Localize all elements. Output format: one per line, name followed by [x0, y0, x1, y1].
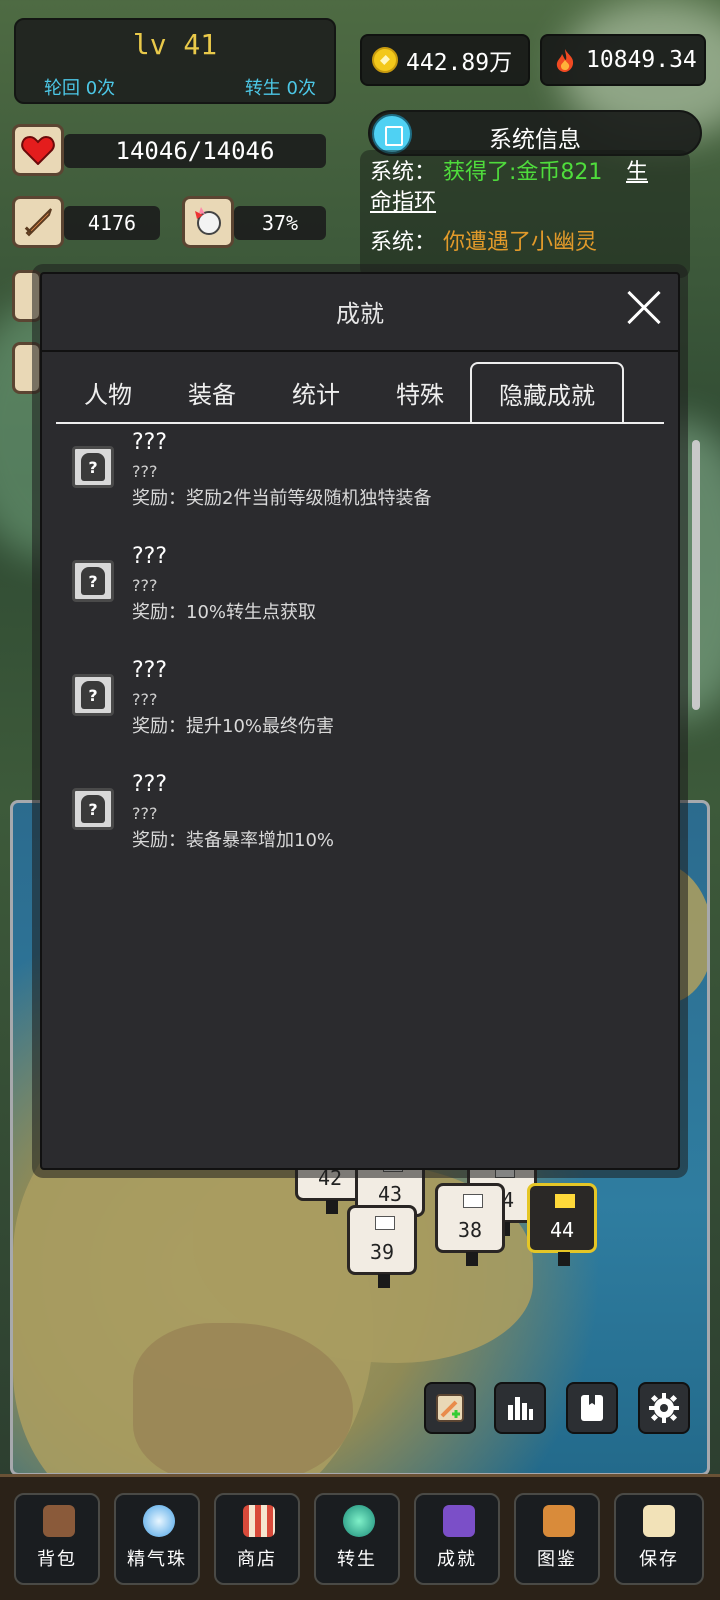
achievement-reward: 奖励：提升10%最终伤害 — [132, 716, 335, 737]
achievement-desc: ??? — [132, 576, 158, 595]
stage-level: 38 — [457, 1218, 483, 1242]
system-line-2: 系统： 你遭遇了小幽灵 — [370, 224, 597, 256]
stage-level: 44 — [549, 1218, 575, 1242]
power-value: 10849.34 — [586, 47, 697, 73]
locked-achievement-icon: ? — [72, 788, 114, 830]
reincarnation-count: 轮回 0次 — [44, 78, 116, 99]
fire-icon — [556, 49, 574, 72]
stage-marker[interactable]: 39 — [347, 1205, 417, 1288]
bottom-nav: 背包 精气珠 商店 转生 成就 图鉴 保存 — [0, 1474, 720, 1600]
gold-counter: 442.89万 — [360, 34, 530, 86]
skill-icon — [12, 270, 42, 322]
item-link[interactable]: 命指环 — [370, 184, 436, 216]
flag-icon — [375, 1216, 395, 1230]
achievement-item: ? ??? ??? 奖励：提升10%最终伤害 — [72, 658, 632, 758]
guide-button[interactable] — [566, 1382, 618, 1434]
achievement-desc: ??? — [132, 462, 158, 481]
gold-value: 442.89万 — [406, 50, 513, 76]
hp-bar: 14046/14046 — [64, 134, 326, 168]
achievement-name: ??? — [132, 772, 168, 797]
codex-icon — [543, 1505, 575, 1537]
equip-compare-button[interactable] — [424, 1382, 476, 1434]
achievement-desc: ??? — [132, 690, 158, 709]
stage-level: 43 — [377, 1182, 403, 1206]
current-stage-marker[interactable]: 44 — [527, 1183, 597, 1266]
achievement-modal: 成就 人物 装备 统计 特殊 隐藏成就 ? ??? ??? 奖励：奖励2件当前等… — [40, 272, 680, 1170]
close-icon[interactable] — [624, 288, 664, 328]
achievement-book-icon — [443, 1505, 475, 1537]
tab-special[interactable]: 特殊 — [368, 362, 472, 422]
nav-label: 背包 — [37, 1549, 77, 1570]
level-panel: lv 41 轮回 0次 转生 0次 — [14, 18, 336, 104]
achievement-item: ? ??? ??? 奖励：奖励2件当前等级随机独特装备 — [72, 430, 632, 530]
tab-equipment[interactable]: 装备 — [160, 362, 264, 422]
tab-underline — [56, 422, 664, 424]
achievement-reward: 奖励：10%转生点获取 — [132, 602, 317, 623]
achievement-item: ? ??? ??? 奖励：10%转生点获取 — [72, 544, 632, 644]
nav-rebirth[interactable]: 转生 — [314, 1493, 400, 1585]
tab-statistics[interactable]: 统计 — [264, 362, 368, 422]
event-text: 你遭遇了小幽灵 — [443, 230, 598, 255]
tab-hidden-achievements[interactable]: 隐藏成就 — [470, 362, 624, 422]
nav-shop[interactable]: 商店 — [214, 1493, 300, 1585]
modal-title: 成就 — [336, 300, 384, 328]
nav-bag[interactable]: 背包 — [14, 1493, 100, 1585]
nav-label: 成就 — [437, 1549, 477, 1570]
rebirth-count: 转生 0次 — [244, 78, 316, 99]
system-line-1: 系统： 获得了:金币821 — [370, 154, 602, 186]
nav-achievements[interactable]: 成就 — [414, 1493, 500, 1585]
gold-coin-icon — [372, 47, 398, 73]
system-prefix: 系统： — [370, 160, 437, 185]
locked-achievement-icon: ? — [72, 674, 114, 716]
heart-icon — [12, 124, 64, 176]
settings-button[interactable] — [638, 1382, 690, 1434]
locked-achievement-icon: ? — [72, 446, 114, 488]
scroll-icon — [643, 1505, 675, 1537]
stats-button[interactable] — [494, 1382, 546, 1434]
achievement-desc: ??? — [132, 804, 158, 823]
book-icon — [581, 1395, 603, 1421]
stats-chart-icon — [508, 1397, 533, 1420]
sword-icon — [12, 196, 64, 248]
loot-text: 获得了:金币821 — [443, 160, 603, 185]
tab-character[interactable]: 人物 — [56, 362, 160, 422]
stage-level: 39 — [369, 1240, 395, 1264]
nav-label: 商店 — [237, 1549, 277, 1570]
system-info-title: 系统信息 — [489, 127, 581, 153]
nav-label: 精气珠 — [127, 1549, 187, 1570]
orb-icon — [143, 1505, 175, 1537]
nav-label: 保存 — [639, 1549, 679, 1570]
achievement-name: ??? — [132, 544, 168, 569]
item-link-part1[interactable]: 生命指环 — [626, 160, 648, 184]
achievement-reward: 奖励：奖励2件当前等级随机独特装备 — [132, 488, 432, 509]
equip-compare-icon — [436, 1394, 464, 1422]
shop-icon — [243, 1505, 275, 1537]
achievement-reward: 奖励：装备暴率增加10% — [132, 830, 335, 851]
nav-save[interactable]: 保存 — [614, 1493, 704, 1585]
bag-slot-icon — [12, 342, 42, 394]
flag-icon — [555, 1194, 575, 1208]
nav-label: 转生 — [337, 1549, 377, 1570]
nav-codex[interactable]: 图鉴 — [514, 1493, 600, 1585]
backpack-icon — [43, 1505, 75, 1537]
stage-marker[interactable]: 38 — [435, 1183, 505, 1266]
nav-label: 图鉴 — [537, 1549, 577, 1570]
power-counter: 10849.34 — [540, 34, 706, 86]
achievement-name: ??? — [132, 430, 168, 455]
achievement-item: ? ??? ??? 奖励：装备暴率增加10% — [72, 772, 632, 872]
locked-achievement-icon: ? — [72, 560, 114, 602]
system-prefix: 系统： — [370, 230, 437, 255]
gear-icon — [649, 1393, 679, 1423]
achievement-name: ??? — [132, 658, 168, 683]
player-level: lv 41 — [132, 28, 218, 61]
modal-divider — [42, 350, 678, 352]
flag-icon — [463, 1194, 483, 1208]
rebirth-orb-icon — [343, 1505, 375, 1537]
nav-spirit-orb[interactable]: 精气珠 — [114, 1493, 200, 1585]
scrollbar[interactable] — [692, 440, 700, 710]
